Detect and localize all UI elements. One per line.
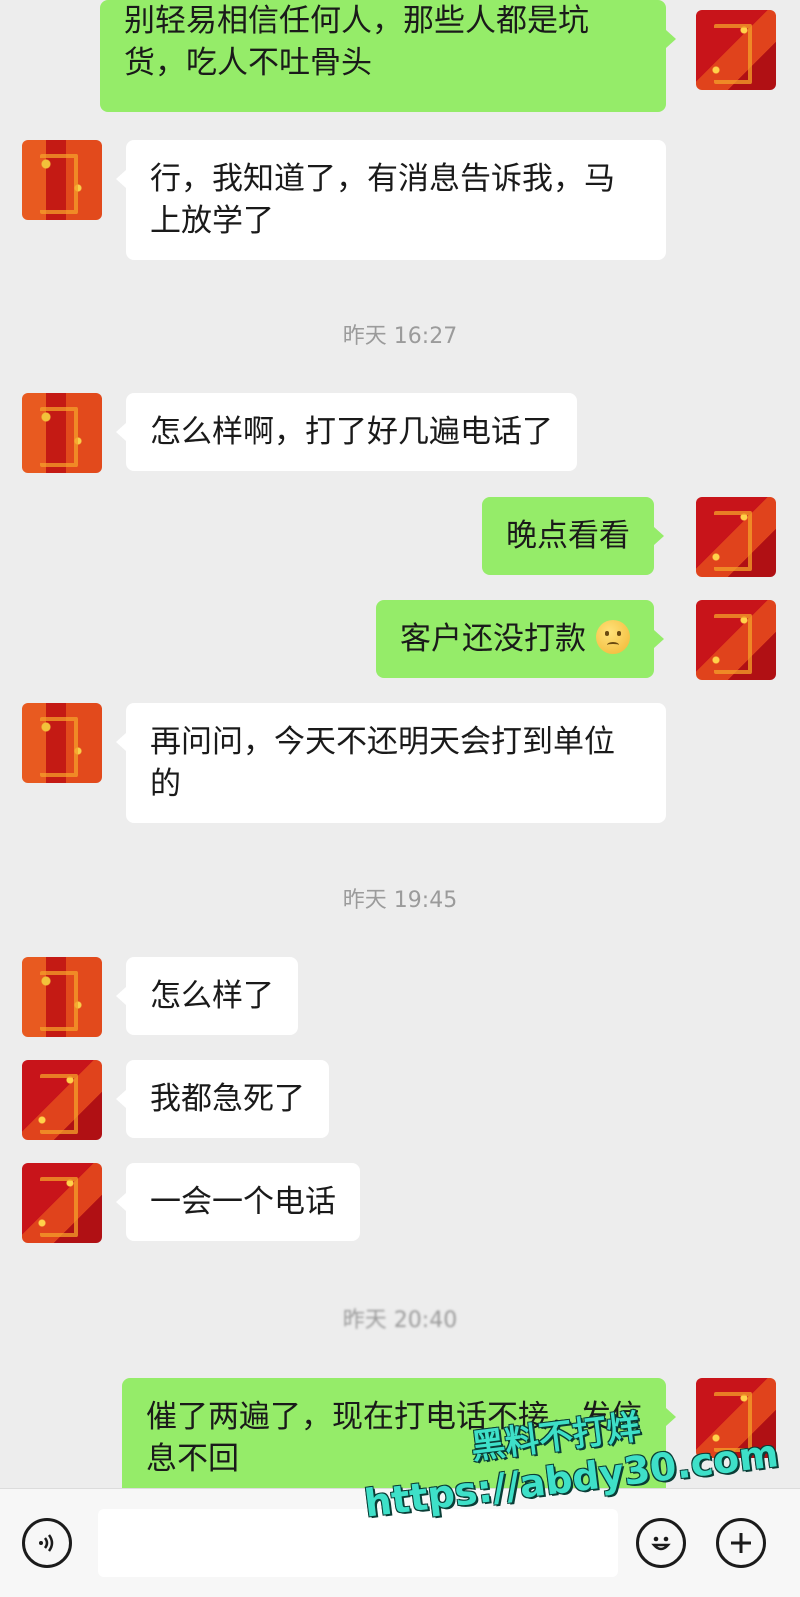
message-text: 再问问，今天不还明天会打到单位的 xyxy=(150,724,615,802)
avatar[interactable] xyxy=(22,140,102,220)
timestamp: 昨天 19:45 xyxy=(342,888,458,913)
timestamp: 昨天 16:27 xyxy=(342,324,458,349)
message-bubble-incoming[interactable]: 怎么样啊，打了好几遍电话了 xyxy=(116,393,577,471)
voice-icon[interactable] xyxy=(22,1518,72,1568)
message-input[interactable] xyxy=(98,1509,618,1577)
message-text: 别轻易相信任何人，那些人都是坑货，吃人不吐骨头 xyxy=(124,3,589,81)
avatar[interactable] xyxy=(696,600,776,680)
message-text: 怎么样啊，打了好几遍电话了 xyxy=(150,414,553,450)
message-bubble-incoming[interactable]: 行，我知道了，有消息告诉我，马上放学了 xyxy=(116,140,666,260)
message-text: 我都急死了 xyxy=(150,1081,305,1117)
avatar[interactable] xyxy=(22,1060,102,1140)
avatar[interactable] xyxy=(696,497,776,577)
message-text: 晚点看看 xyxy=(506,518,630,554)
message-text: 客户还没打款 xyxy=(400,621,586,657)
chat-area[interactable]: 别轻易相信任何人，那些人都是坑货，吃人不吐骨头 行，我知道了，有消息告诉我，马上… xyxy=(0,0,800,1488)
message-bubble-outgoing[interactable]: 客户还没打款 xyxy=(376,600,664,678)
plus-icon[interactable] xyxy=(716,1518,766,1568)
message-bubble-incoming[interactable]: 一会一个电话 xyxy=(116,1163,360,1241)
emoji-icon[interactable] xyxy=(636,1518,686,1568)
avatar[interactable] xyxy=(22,703,102,783)
message-bubble-incoming[interactable]: 我都急死了 xyxy=(116,1060,329,1138)
avatar[interactable] xyxy=(696,10,776,90)
message-text: 行，我知道了，有消息告诉我，马上放学了 xyxy=(150,161,615,239)
message-bubble-incoming[interactable]: 再问问，今天不还明天会打到单位的 xyxy=(116,703,666,823)
message-bubble-incoming[interactable]: 怎么样了 xyxy=(116,957,298,1035)
message-text: 怎么样了 xyxy=(150,978,274,1014)
message-text: 一会一个电话 xyxy=(150,1184,336,1220)
avatar[interactable] xyxy=(22,393,102,473)
message-bubble-outgoing[interactable]: 晚点看看 xyxy=(482,497,664,575)
pleading-face-emoji-icon xyxy=(595,620,630,654)
message-bubble-outgoing[interactable]: 别轻易相信任何人，那些人都是坑货，吃人不吐骨头 xyxy=(100,0,676,112)
avatar[interactable] xyxy=(22,1163,102,1243)
avatar[interactable] xyxy=(22,957,102,1037)
timestamp: 昨天 20:40 xyxy=(342,1308,458,1333)
